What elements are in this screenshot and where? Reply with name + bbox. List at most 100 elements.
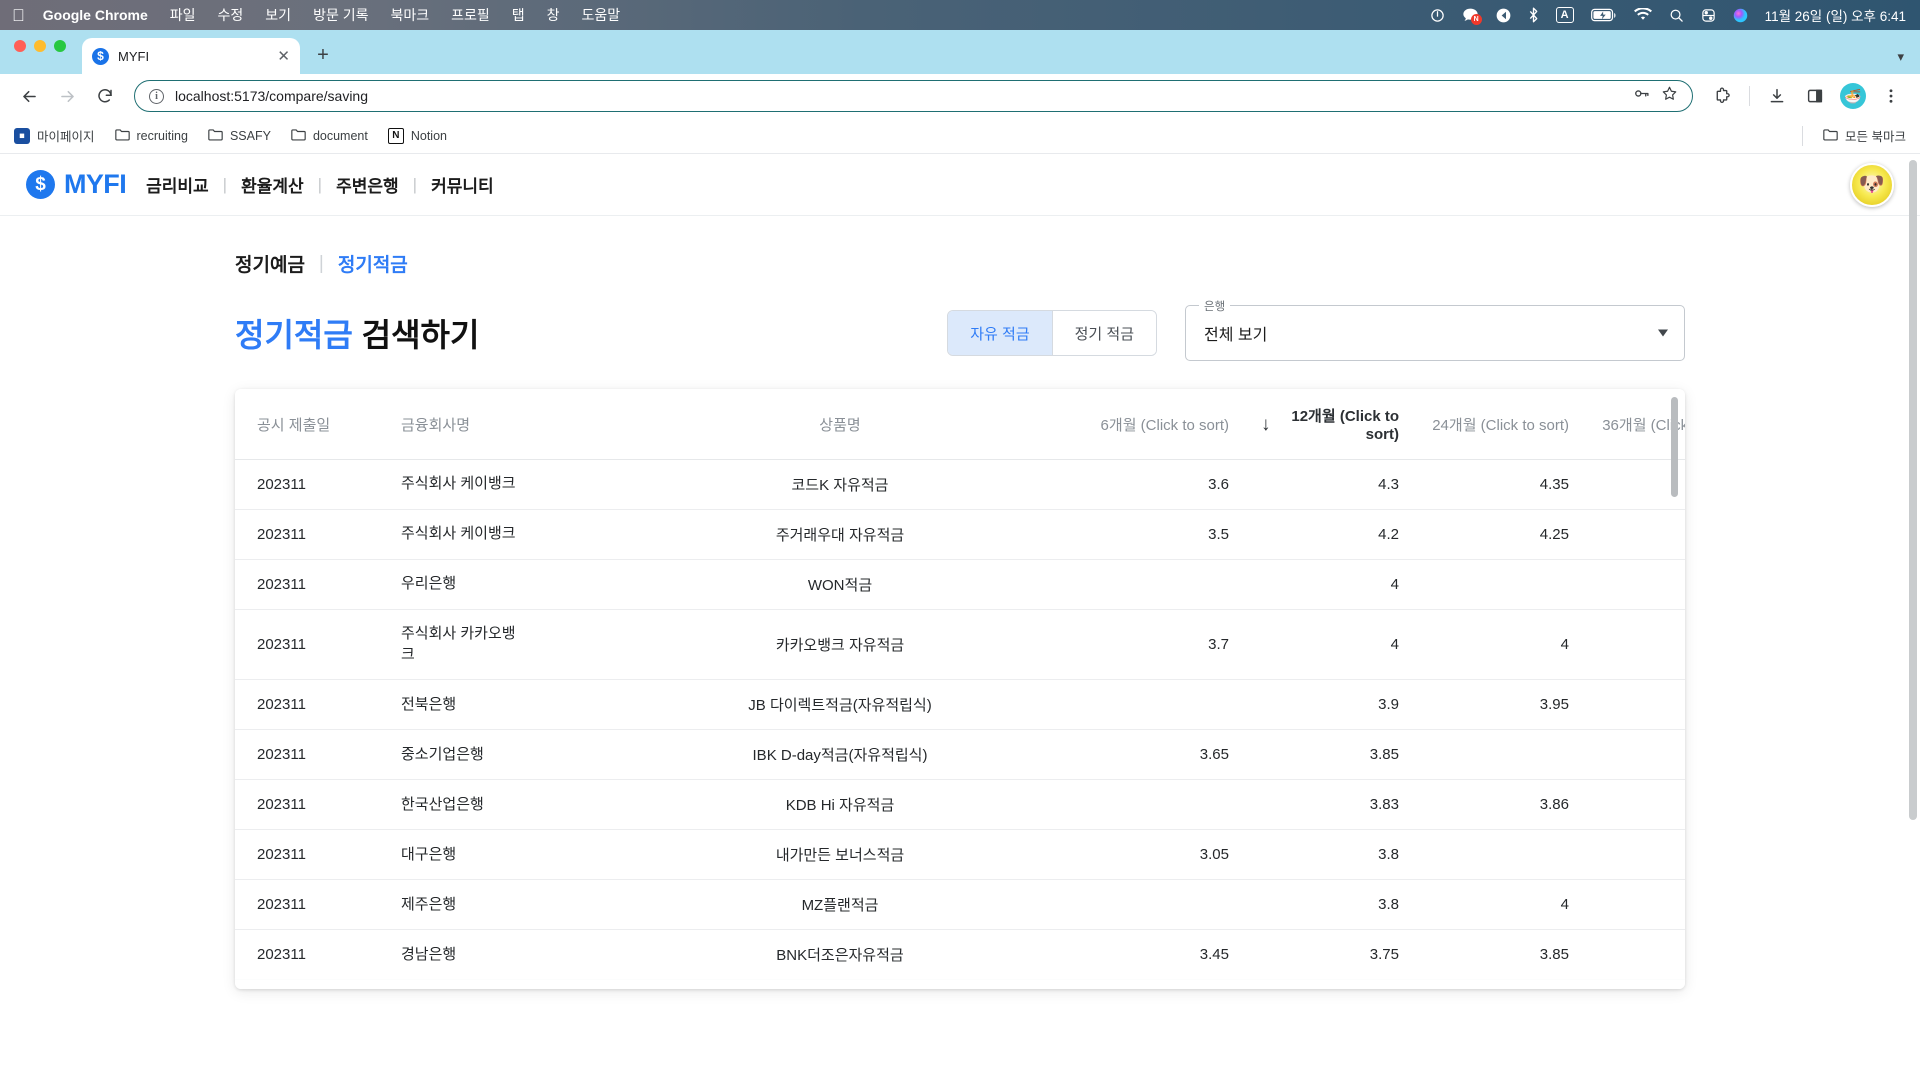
extensions-puzzle-icon[interactable] bbox=[1705, 79, 1739, 113]
table-row[interactable]: 202311경남은행BNK더조은자유적금3.453.753.85 bbox=[235, 930, 1685, 980]
table-cell-product-name: 더탐나는적금2 bbox=[605, 980, 1075, 989]
table-cell-product-name: 카카오뱅크 자유적금 bbox=[605, 610, 1075, 680]
close-icon[interactable]: ✕ bbox=[277, 49, 290, 64]
chrome-menu-icon[interactable] bbox=[1874, 79, 1908, 113]
table-cell-rate-24month: 3.85 bbox=[1415, 930, 1585, 980]
column-header-bank-name: 금융회사명 bbox=[385, 389, 605, 460]
notification-bubble-icon[interactable]: N bbox=[1462, 8, 1479, 23]
browser-tab[interactable]: $ MYFI ✕ bbox=[82, 38, 300, 74]
column-header-24month[interactable]: 24개월 (Click to sort) bbox=[1415, 389, 1585, 460]
key-icon[interactable] bbox=[1633, 85, 1650, 107]
user-avatar[interactable]: 🐶 bbox=[1850, 163, 1894, 207]
spotlight-search-icon[interactable] bbox=[1669, 8, 1684, 23]
table-row[interactable]: 202311대구은행내가만든 보너스적금3.053.8 bbox=[235, 830, 1685, 880]
menu-item-tab[interactable]: 탭 bbox=[512, 5, 525, 25]
menu-item-history[interactable]: 방문 기록 bbox=[313, 5, 368, 25]
column-header-36month[interactable]: 36개월 (Click to sort) bbox=[1585, 389, 1685, 460]
wifi-icon[interactable] bbox=[1634, 8, 1652, 22]
bookmark-recruiting[interactable]: recruiting bbox=[115, 128, 188, 144]
chevron-down-icon[interactable]: ▾ bbox=[1897, 49, 1904, 65]
table-cell-product-name: KDB Hi 자유적금 bbox=[605, 780, 1075, 830]
tab-title: MYFI bbox=[118, 49, 268, 64]
toggle-free-saving[interactable]: 자유 적금 bbox=[948, 311, 1051, 355]
table-scrollbar-thumb[interactable] bbox=[1671, 397, 1678, 497]
results-table-card: 공시 제출일 금융회사명 상품명 6개월 (Click to sort) ↓ 1… bbox=[235, 389, 1685, 989]
table-cell-rate-36month bbox=[1585, 930, 1685, 980]
menu-item-app-name[interactable]: Google Chrome bbox=[43, 7, 148, 23]
battery-icon[interactable] bbox=[1591, 8, 1617, 22]
table-row[interactable]: 202311한국산업은행KDB Hi 자유적금3.833.864 bbox=[235, 780, 1685, 830]
star-icon[interactable] bbox=[1661, 85, 1678, 107]
bookmark-mypage[interactable]: ◾ 마이페이지 bbox=[14, 126, 95, 145]
vpn-shield-icon[interactable] bbox=[1496, 8, 1511, 23]
input-source-icon[interactable]: A bbox=[1556, 7, 1574, 23]
site-info-icon[interactable]: i bbox=[149, 89, 164, 104]
table-row[interactable]: 202311우리은행WON적금4 bbox=[235, 560, 1685, 610]
menu-item-file[interactable]: 파일 bbox=[170, 5, 196, 25]
close-window-button[interactable] bbox=[14, 40, 26, 52]
subtab-installment-saving[interactable]: 정기적금 bbox=[338, 250, 408, 277]
menu-item-profiles[interactable]: 프로필 bbox=[451, 5, 490, 25]
menu-bar-clock[interactable]: 11월 26일 (일) 오후 6:41 bbox=[1765, 5, 1906, 25]
table-cell-bank-name: 주식회사 케이뱅크 bbox=[385, 460, 605, 510]
forward-arrow-icon[interactable] bbox=[50, 79, 84, 113]
maximize-window-button[interactable] bbox=[54, 40, 66, 52]
site-logo[interactable]: $ MYFI bbox=[26, 169, 126, 200]
table-cell-rate-36month bbox=[1585, 560, 1685, 610]
table-cell-rate-6month: 3.45 bbox=[1075, 930, 1245, 980]
menu-item-view[interactable]: 보기 bbox=[265, 5, 291, 25]
bank-name-text: 우리은행 bbox=[401, 574, 519, 595]
nav-item-exchange-calc[interactable]: 환율계산 bbox=[239, 172, 306, 197]
bookmark-notion[interactable]: N Notion bbox=[388, 128, 447, 144]
table-row[interactable]: 202311주식회사 케이뱅크코드K 자유적금3.64.34.354.4 bbox=[235, 460, 1685, 510]
results-table-scroll[interactable]: 공시 제출일 금융회사명 상품명 6개월 (Click to sort) ↓ 1… bbox=[235, 389, 1685, 989]
table-row[interactable]: 202311전북은행JB 다이렉트적금(자유적립식)3.93.954 bbox=[235, 680, 1685, 730]
nav-item-nearby-banks[interactable]: 주변은행 bbox=[334, 172, 401, 197]
power-icon[interactable] bbox=[1430, 8, 1445, 23]
table-row[interactable]: 202311제주은행MZ플랜적금3.84 bbox=[235, 880, 1685, 930]
apple-menu-icon[interactable]:  bbox=[12, 7, 25, 24]
menu-item-bookmarks[interactable]: 북마크 bbox=[390, 5, 429, 25]
download-icon[interactable] bbox=[1760, 79, 1794, 113]
subtab-time-deposit[interactable]: 정기예금 bbox=[235, 250, 305, 277]
nav-item-community[interactable]: 커뮤니티 bbox=[429, 172, 496, 197]
address-bar[interactable]: i localhost:5173/compare/saving bbox=[134, 80, 1693, 112]
all-bookmarks-button[interactable]: 모든 북마크 bbox=[1823, 126, 1906, 145]
column-header-12month[interactable]: ↓ 12개월 (Click to sort) bbox=[1245, 389, 1415, 460]
siri-icon[interactable] bbox=[1733, 8, 1748, 23]
table-cell-product-name: JB 다이렉트적금(자유적립식) bbox=[605, 680, 1075, 730]
menu-item-window[interactable]: 창 bbox=[547, 5, 560, 25]
table-cell-rate-12month: 4 bbox=[1245, 560, 1415, 610]
new-tab-button[interactable]: + bbox=[308, 40, 338, 70]
column-header-6month[interactable]: 6개월 (Click to sort) bbox=[1075, 389, 1245, 460]
table-row[interactable]: 202311중소기업은행IBK D-day적금(자유적립식)3.653.85 bbox=[235, 730, 1685, 780]
page-scrollbar-thumb[interactable] bbox=[1909, 160, 1917, 820]
menu-item-help[interactable]: 도움말 bbox=[582, 5, 621, 25]
table-cell-rate-12month: 3.9 bbox=[1245, 980, 1415, 989]
bookmark-document[interactable]: document bbox=[291, 128, 368, 144]
nav-divider: | bbox=[223, 175, 227, 195]
bookmark-ssafy[interactable]: SSAFY bbox=[208, 128, 271, 144]
table-row[interactable]: 202311제주은행더탐나는적금23.73.94.1 bbox=[235, 980, 1685, 989]
toggle-fixed-saving[interactable]: 정기 적금 bbox=[1052, 311, 1156, 355]
table-row[interactable]: 202311주식회사 카카오뱅크카카오뱅크 자유적금3.7444 bbox=[235, 610, 1685, 680]
table-cell-product-name: BNK더조은자유적금 bbox=[605, 930, 1075, 980]
menu-item-edit[interactable]: 수정 bbox=[218, 5, 244, 25]
bank-name-text: 제주은행 bbox=[401, 895, 519, 916]
nav-item-rate-compare[interactable]: 금리비교 bbox=[144, 172, 211, 197]
control-center-icon[interactable] bbox=[1701, 8, 1716, 23]
arrow-down-icon: ↓ bbox=[1261, 415, 1271, 434]
table-scrollbar[interactable] bbox=[1671, 397, 1678, 981]
reload-icon[interactable] bbox=[88, 79, 122, 113]
back-arrow-icon[interactable] bbox=[12, 79, 46, 113]
table-cell-bank-name: 전북은행 bbox=[385, 680, 605, 730]
bank-select[interactable]: 은행 전체 보기 bbox=[1185, 305, 1685, 361]
table-row[interactable]: 202311주식회사 케이뱅크주거래우대 자유적금3.54.24.254.3 bbox=[235, 510, 1685, 560]
chevron-down-icon[interactable] bbox=[1658, 330, 1668, 337]
table-cell-rate-12month: 3.83 bbox=[1245, 780, 1415, 830]
profile-avatar-icon[interactable]: 🍜 bbox=[1836, 79, 1870, 113]
side-panel-icon[interactable] bbox=[1798, 79, 1832, 113]
minimize-window-button[interactable] bbox=[34, 40, 46, 52]
bluetooth-icon[interactable] bbox=[1528, 7, 1539, 23]
folder-icon bbox=[1823, 128, 1838, 144]
